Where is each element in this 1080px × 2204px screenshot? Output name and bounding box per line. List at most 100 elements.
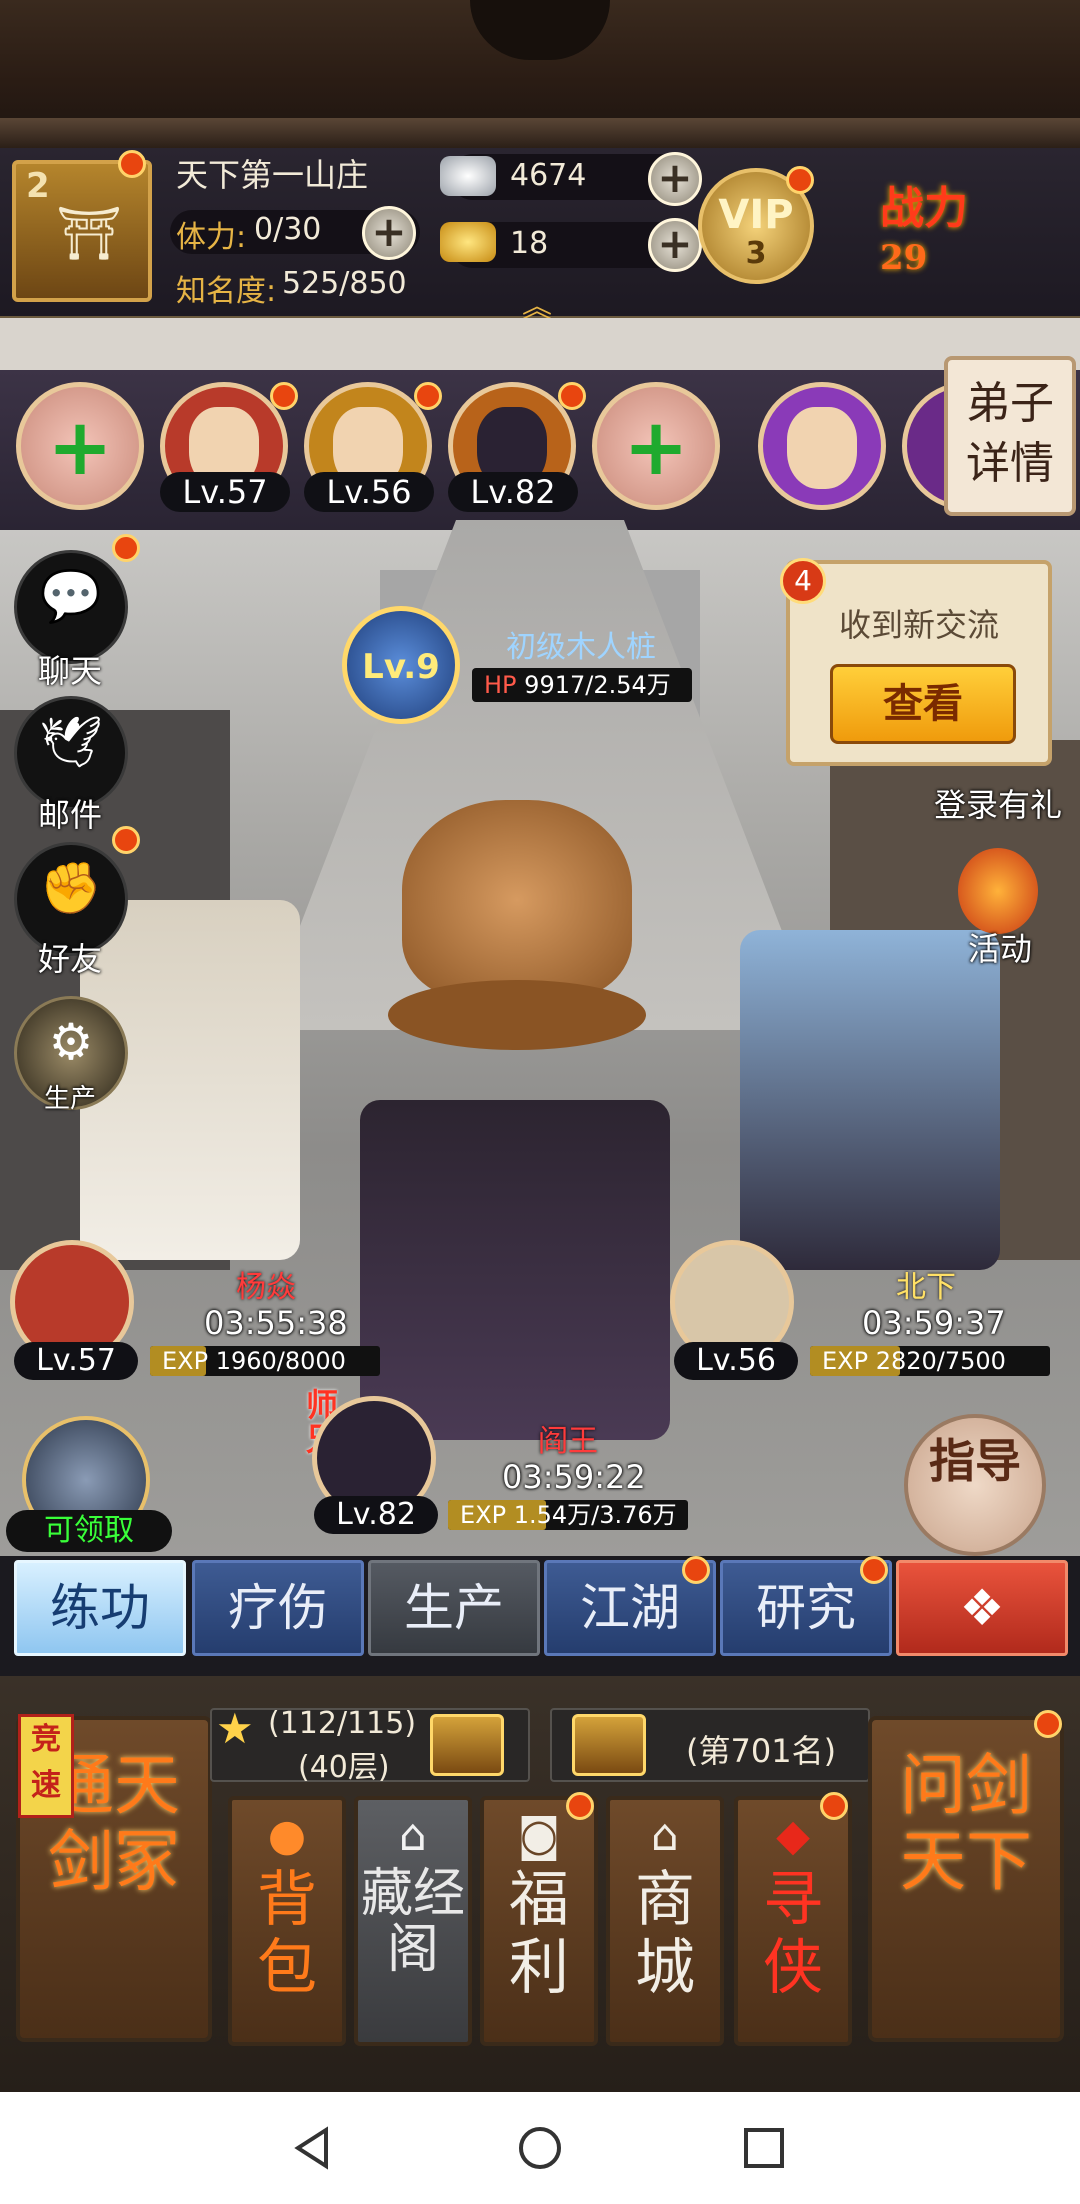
- seek-hero-card[interactable]: ◆ 寻侠: [734, 1796, 852, 2046]
- stamina-label: 体力:: [176, 220, 247, 255]
- notification-dot: [558, 382, 586, 410]
- shop-icon: ⌂: [651, 1810, 679, 1861]
- add-gold-button[interactable]: +: [648, 218, 702, 272]
- welfare-card[interactable]: ◙ 福利: [480, 1796, 598, 2046]
- login-gift-label[interactable]: 登录有礼: [918, 780, 1078, 826]
- training-disciple-level: Lv.56: [674, 1342, 798, 1380]
- add-disciple-slot[interactable]: +: [16, 382, 144, 510]
- chat-label: 聊天: [37, 652, 102, 690]
- fame-value: 525/850: [282, 266, 407, 301]
- add-disciple-slot[interactable]: +: [592, 382, 720, 510]
- exp-bar: EXP 1960/8000: [150, 1346, 380, 1376]
- disciple-figure-right[interactable]: [740, 930, 1000, 1270]
- disciple-detail-button[interactable]: 弟子详情: [944, 356, 1076, 516]
- shop-label: 商城: [635, 1865, 695, 2003]
- add-silver-button[interactable]: +: [648, 152, 702, 206]
- bag-card[interactable]: ● 背包: [228, 1796, 346, 2046]
- silver-ingot-icon: [440, 156, 496, 196]
- training-disciple-name: 阎王: [538, 1424, 598, 1459]
- disciple-level: Lv.56: [304, 472, 434, 512]
- home-icon[interactable]: [516, 2124, 564, 2172]
- guide-button[interactable]: 指导: [904, 1414, 1046, 1556]
- production-icon: ⚙: [48, 1013, 94, 1071]
- banner-gap: [0, 318, 1080, 370]
- notification-dot: [112, 534, 140, 562]
- friends-icon: ✊: [39, 859, 103, 917]
- disciple-slot-4[interactable]: [758, 382, 886, 510]
- gold-value: 18: [510, 226, 549, 261]
- mail-dove-icon: 🕊: [39, 713, 103, 771]
- production-label: 生产: [43, 1084, 96, 1114]
- diamond-ornament-icon: ❖: [959, 1579, 1005, 1637]
- notification-dot: [118, 150, 146, 178]
- floor-progress: (112/115): [268, 1706, 417, 1741]
- scripture-pavilion-label: 藏经阁: [360, 1864, 465, 1980]
- training-disciple-name: 杨焱: [236, 1270, 296, 1305]
- new-message-popup: 收到新交流 查看: [786, 560, 1052, 766]
- bag-label: 背包: [257, 1865, 317, 2003]
- notification-dot: [414, 382, 442, 410]
- training-timer: 03:59:22: [502, 1458, 646, 1496]
- disciple-portrait: [787, 407, 857, 489]
- notification-dot: [112, 826, 140, 854]
- scripture-pavilion-card[interactable]: ⌂ 藏经阁: [354, 1796, 472, 2046]
- tab-more[interactable]: ❖: [896, 1560, 1068, 1656]
- fame-label: 知名度:: [176, 274, 277, 309]
- tab-production[interactable]: 生产: [368, 1560, 540, 1656]
- seek-hero-label: 寻侠: [763, 1865, 823, 2003]
- view-button[interactable]: 查看: [830, 664, 1016, 744]
- disciple-level: Lv.57: [160, 472, 290, 512]
- star-icon: ★: [216, 1704, 254, 1753]
- target-level: Lv.9: [362, 647, 440, 687]
- exp-text: EXP 1.54万/3.76万: [460, 1501, 677, 1529]
- add-stamina-button[interactable]: +: [362, 206, 416, 260]
- message-count-badge: 4: [780, 558, 826, 604]
- rank-text: (第701名): [686, 1732, 837, 1770]
- bag-icon: ●: [267, 1810, 307, 1861]
- mail-label: 邮件: [37, 796, 102, 834]
- welfare-label: 福利: [509, 1865, 569, 2003]
- sword-world-card[interactable]: 问剑天下: [868, 1716, 1064, 2042]
- silver-value: 4674: [510, 158, 587, 193]
- gift-box-icon[interactable]: [430, 1714, 504, 1776]
- training-disciple-name: 北下: [896, 1270, 956, 1305]
- target-level-badge: Lv.9: [342, 606, 460, 724]
- pavilion-icon: ⌂: [399, 1810, 427, 1861]
- training-timer: 03:59:37: [862, 1304, 1006, 1342]
- recents-icon[interactable]: [740, 2124, 788, 2172]
- new-message-text: 收到新交流: [838, 606, 999, 644]
- notification-dot: [682, 1556, 710, 1584]
- tab-practice[interactable]: 练功: [14, 1560, 186, 1656]
- notification-dot: [1034, 1710, 1062, 1738]
- sect-pavilion-icon: ⛩: [56, 204, 123, 264]
- notification-dot: [860, 1556, 888, 1584]
- vip-label: VIP: [718, 192, 794, 238]
- floor-level: (40层): [298, 1750, 390, 1785]
- gift-box-icon[interactable]: [572, 1714, 646, 1776]
- claim-label[interactable]: 可领取: [6, 1510, 172, 1552]
- tab-heal[interactable]: 疗伤: [192, 1560, 364, 1656]
- plus-icon: +: [47, 403, 113, 493]
- training-disciple-level: Lv.82: [314, 1496, 438, 1534]
- back-icon[interactable]: [290, 2124, 338, 2172]
- exp-text: EXP 1960/8000: [162, 1347, 346, 1375]
- training-timer: 03:55:38: [204, 1304, 348, 1342]
- gold-ingot-icon: [440, 222, 496, 262]
- hp-value: 9917/2.54万: [524, 671, 671, 699]
- wooden-toad-statue[interactable]: [402, 800, 632, 1000]
- notification-dot: [786, 166, 814, 194]
- activity-label[interactable]: 活动: [940, 924, 1060, 970]
- sect-rank-button[interactable]: 2 ⛩: [12, 160, 152, 302]
- power-label: 战力: [880, 183, 968, 234]
- shop-card[interactable]: ⌂ 商城: [606, 1796, 724, 2046]
- rank-number: 2: [26, 166, 50, 206]
- hp-label: HP: [484, 671, 517, 699]
- friends-label: 好友: [37, 940, 102, 978]
- lantern-icon[interactable]: [958, 848, 1038, 934]
- race-tag: 竞速: [18, 1714, 74, 1818]
- vip-level: 3: [745, 236, 767, 271]
- player-name: 天下第一山庄: [176, 156, 369, 194]
- disciple-figure-center[interactable]: [360, 1100, 670, 1440]
- disciple-level: Lv.82: [448, 472, 578, 512]
- game-screen: 2 ⛩ 天下第一山庄 体力: 0/30 + 知名度: 525/850 4674 …: [0, 0, 1080, 2204]
